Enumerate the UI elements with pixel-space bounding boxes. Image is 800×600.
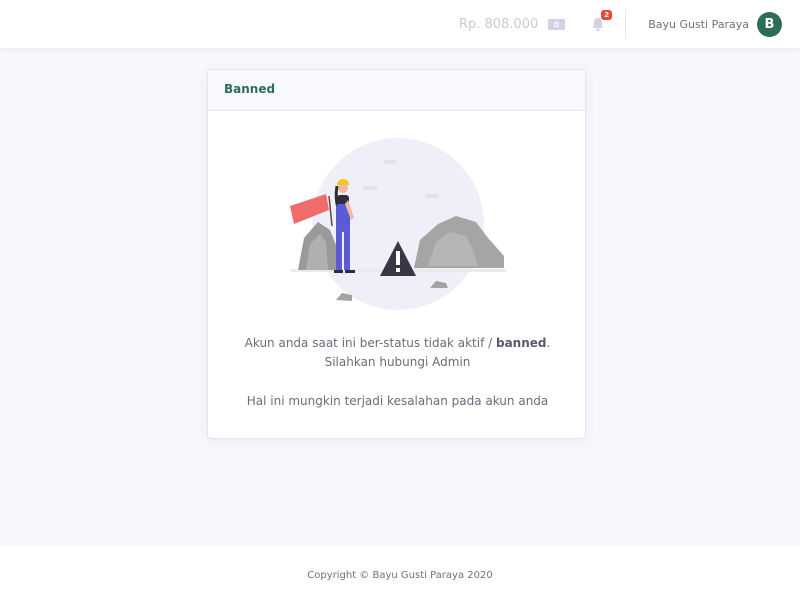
- copyright-text: Copyright © Bayu Gusti Paraya 2020: [307, 570, 493, 581]
- topbar-divider: [625, 9, 627, 39]
- notification-badge: 2: [601, 10, 613, 20]
- balance-amount: Rp. 808.000: [458, 16, 539, 32]
- contact-admin-message: Silahkan hubungi Admin: [324, 355, 471, 369]
- banned-card: Banned Akun anda saat ini ber-status tid…: [207, 69, 586, 439]
- avatar: B: [757, 11, 782, 37]
- footer: Copyright © Bayu Gusti Paraya 2020: [0, 546, 800, 600]
- balance-display[interactable]: Rp. 808.000: [458, 16, 566, 32]
- money-icon: [548, 18, 566, 30]
- notifications-button[interactable]: 2: [591, 10, 613, 32]
- status-message: Akun anda saat ini ber-status tidak akti…: [244, 336, 551, 350]
- user-name: Bayu Gusti Paraya: [648, 17, 749, 31]
- banned-word: banned: [495, 336, 547, 350]
- user-menu[interactable]: Bayu Gusti Paraya B: [648, 11, 782, 37]
- topbar: Rp. 808.000 2 Bayu Gusti Paraya B: [0, 0, 800, 48]
- banned-illustration: [290, 138, 506, 310]
- card-title: Banned: [208, 70, 585, 111]
- error-note: Hal ini mungkin terjadi kesalahan pada a…: [246, 394, 549, 408]
